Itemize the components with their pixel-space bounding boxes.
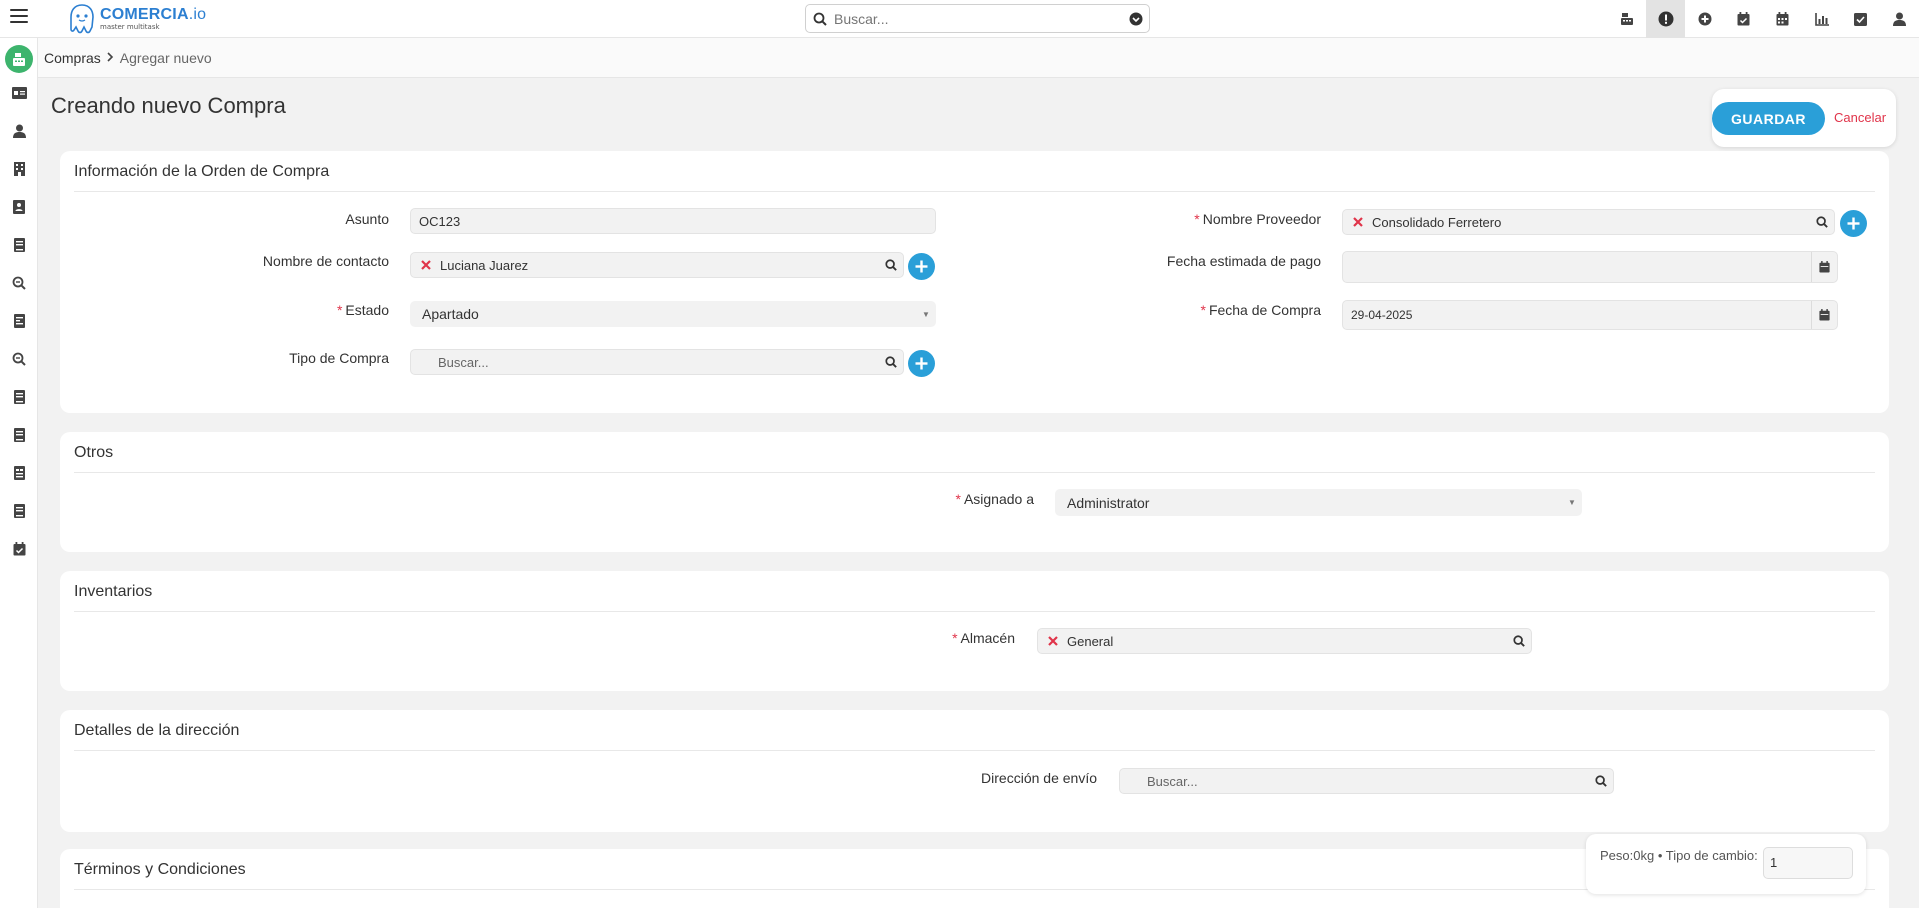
estado-value: Apartado: [422, 306, 479, 322]
plus-circle-icon[interactable]: [1685, 0, 1724, 38]
global-search-input[interactable]: [834, 10, 1123, 27]
fecha-pago-field[interactable]: [1342, 251, 1838, 283]
search-icon[interactable]: [1507, 635, 1531, 647]
receipt-icon[interactable]: [0, 461, 38, 485]
logo-name: COMERCIA: [100, 6, 189, 23]
caret-down-icon: ▼: [1568, 498, 1576, 507]
logo-tagline: master multitask: [100, 23, 160, 31]
chevron-down-icon[interactable]: [1123, 12, 1149, 26]
estado-select[interactable]: Apartado ▼: [410, 301, 936, 327]
divider: [74, 611, 1875, 612]
divider: [74, 191, 1875, 192]
book-icon[interactable]: [0, 499, 38, 523]
envio-label: Dirección de envío: [981, 770, 1097, 786]
proveedor-value: Consolidado Ferretero: [1372, 214, 1502, 230]
add-tipo-compra-button[interactable]: [908, 350, 935, 377]
section-title: Términos y Condiciones: [74, 861, 246, 878]
cancel-button[interactable]: Cancelar: [1834, 110, 1886, 125]
tipo-compra-field[interactable]: Buscar...: [410, 349, 904, 375]
add-contact-button[interactable]: [908, 253, 935, 280]
checkbox-icon[interactable]: [1841, 0, 1880, 38]
calendar-check-icon[interactable]: [0, 537, 38, 561]
breadcrumb: Compras Agregar nuevo: [38, 38, 1919, 78]
asunto-label: Asunto: [345, 211, 389, 227]
book-icon[interactable]: [0, 423, 38, 447]
fecha-compra-field[interactable]: 29-04-2025: [1342, 300, 1838, 330]
search-icon[interactable]: [1589, 775, 1613, 787]
proveedor-field[interactable]: Consolidado Ferretero: [1342, 209, 1835, 235]
clear-icon[interactable]: [1046, 636, 1060, 646]
clear-icon[interactable]: [419, 260, 433, 270]
chevron-right-icon: [107, 50, 114, 65]
contact-card-icon[interactable]: [0, 195, 38, 219]
calendar-icon[interactable]: [1763, 0, 1802, 38]
fecha-compra-label: * Fecha de Compra: [1200, 302, 1321, 318]
book-icon[interactable]: [0, 233, 38, 257]
calendar-icon[interactable]: [1811, 301, 1837, 329]
section-title: Detalles de la dirección: [74, 722, 240, 739]
divider: [74, 472, 1875, 473]
invoice-icon[interactable]: [0, 309, 38, 333]
asignado-value: Administrator: [1067, 494, 1150, 511]
almacen-value: General: [1067, 633, 1114, 649]
calendar-icon[interactable]: [1811, 252, 1837, 282]
top-toolbar: [1607, 0, 1919, 38]
user-icon[interactable]: [1880, 0, 1919, 38]
tipo-cambio-input[interactable]: 1: [1763, 847, 1853, 879]
search-icon: [806, 12, 834, 26]
breadcrumb-parent-link[interactable]: Compras: [44, 50, 101, 66]
calendar-check-icon[interactable]: [1724, 0, 1763, 38]
menu-icon[interactable]: [10, 9, 28, 27]
contacto-field[interactable]: Luciana Juarez: [410, 252, 904, 278]
section-title: Información de la Orden de Compra: [74, 163, 330, 180]
asignado-label: * Asignado a: [955, 491, 1034, 507]
user-icon[interactable]: [0, 119, 38, 143]
section-title: Inventarios: [74, 583, 153, 600]
clear-icon[interactable]: [1351, 217, 1365, 227]
asunto-field[interactable]: OC123: [410, 208, 936, 234]
tipo-compra-placeholder: Buscar...: [438, 354, 489, 370]
contacto-value: Luciana Juarez: [440, 257, 529, 273]
top-bar: COMERCIA.io master multitask: [0, 0, 1919, 38]
section-title: Otros: [74, 444, 114, 461]
logo-icon: [70, 4, 94, 34]
fecha-pago-label: Fecha estimada de pago: [1166, 253, 1321, 269]
logo[interactable]: COMERCIA.io master multitask: [68, 2, 206, 36]
almacen-label: * Almacén: [952, 630, 1015, 646]
envio-placeholder: Buscar...: [1147, 773, 1198, 789]
search-icon[interactable]: [879, 259, 903, 271]
building-icon[interactable]: [0, 157, 38, 181]
almacen-field[interactable]: General: [1037, 628, 1532, 654]
asignado-select[interactable]: Administrator ▼: [1055, 489, 1582, 516]
search-icon[interactable]: [0, 271, 38, 295]
page-title: Creando nuevo Compra: [51, 93, 286, 118]
alert-icon[interactable]: [1646, 0, 1685, 38]
logo-suffix: .io: [188, 6, 207, 23]
divider: [74, 750, 1875, 751]
asunto-value: OC123: [419, 213, 461, 229]
chart-icon[interactable]: [1802, 0, 1841, 38]
search-icon[interactable]: [1810, 216, 1834, 228]
proveedor-label: * Nombre Proveedor: [1194, 211, 1321, 227]
summary-text: Peso:0kg • Tipo de cambio:: [1600, 848, 1758, 863]
caret-down-icon: ▼: [922, 309, 930, 319]
cash-register-home-icon[interactable]: [5, 45, 33, 73]
breadcrumb-current: Agregar nuevo: [119, 49, 212, 66]
id-card-icon[interactable]: [0, 81, 38, 105]
save-button[interactable]: GUARDAR: [1712, 102, 1825, 135]
global-search[interactable]: [805, 4, 1150, 33]
book-icon[interactable]: [0, 385, 38, 409]
tipo-compra-label: Tipo de Compra: [289, 350, 389, 366]
search-icon[interactable]: [0, 347, 38, 371]
add-proveedor-button[interactable]: [1840, 210, 1867, 237]
cash-register-icon[interactable]: [1607, 0, 1646, 38]
estado-label: * Estado: [336, 302, 389, 318]
search-icon[interactable]: [879, 356, 903, 368]
envio-field[interactable]: Buscar...: [1119, 768, 1614, 794]
sidebar: [0, 38, 38, 908]
fecha-compra-value: 29-04-2025: [1351, 308, 1413, 322]
contacto-label: Nombre de contacto: [262, 253, 389, 269]
